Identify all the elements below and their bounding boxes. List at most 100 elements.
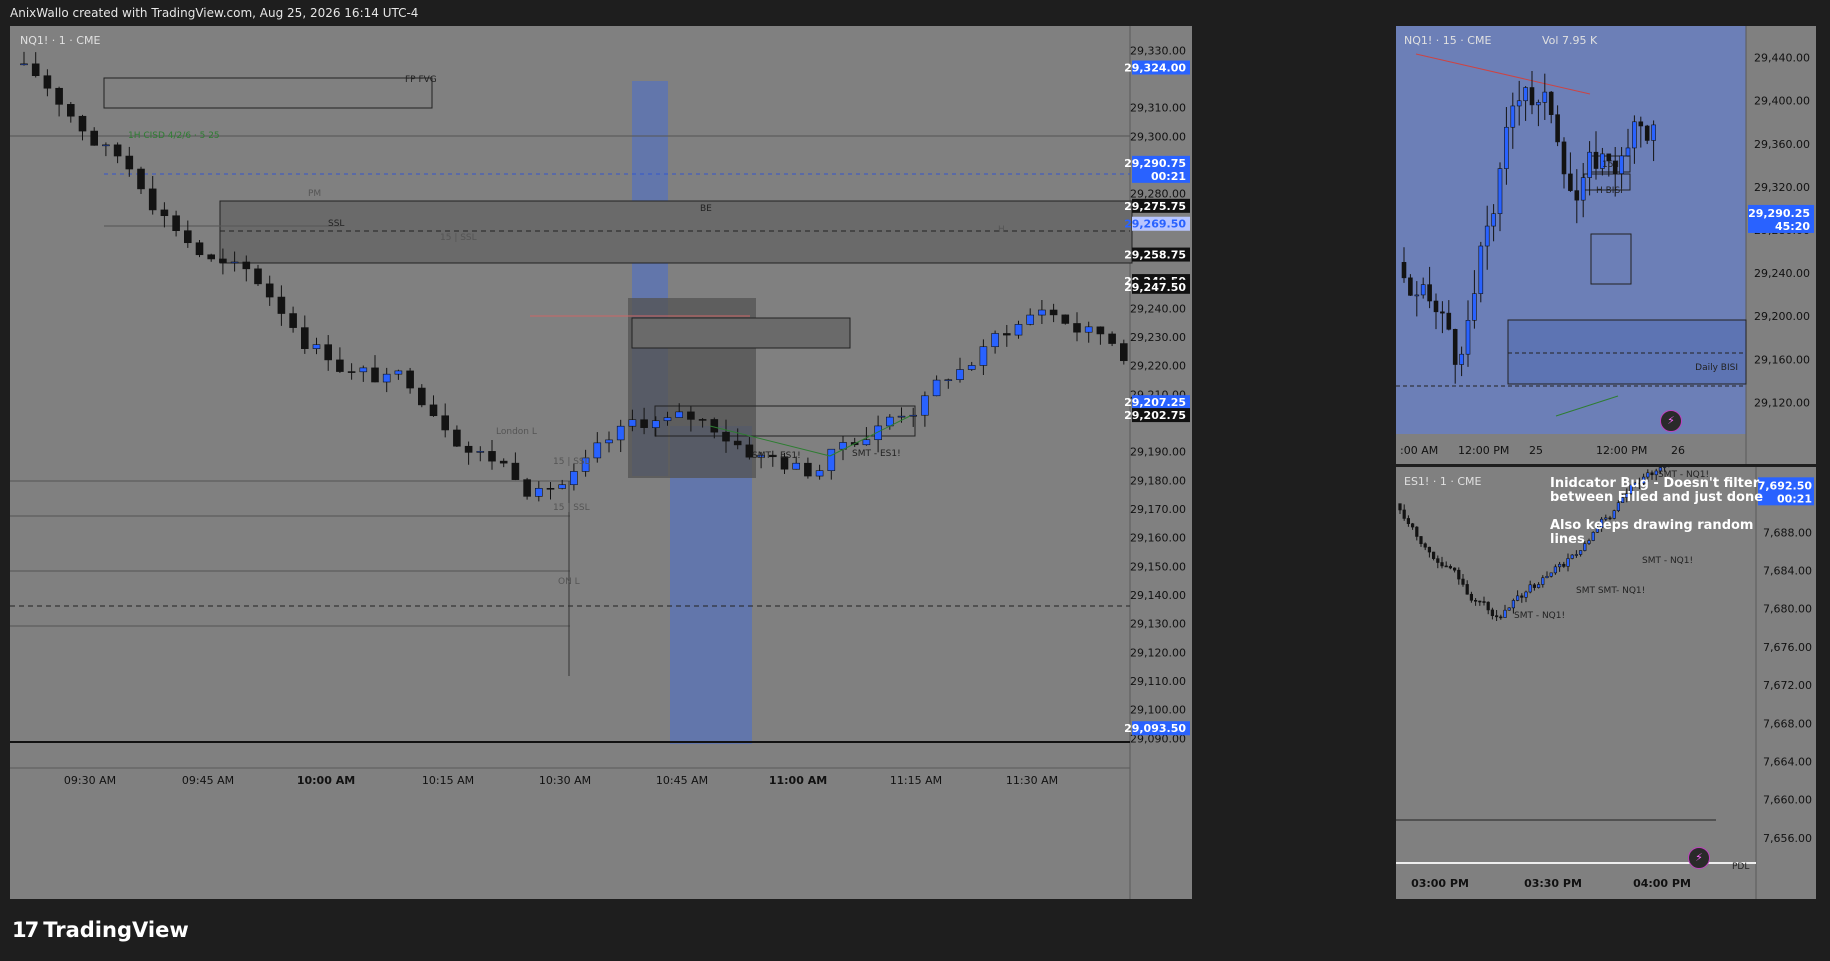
nq1m-candle[interactable]: [125, 155, 134, 170]
nq15m-candle[interactable]: [1427, 284, 1432, 302]
es1m-candle[interactable]: [1398, 503, 1402, 511]
nq1m-candle[interactable]: [733, 440, 742, 446]
nq1m-candle[interactable]: [921, 395, 929, 416]
nq1m-candle[interactable]: [90, 130, 98, 146]
es1m-candle[interactable]: [1549, 572, 1553, 577]
nq1m-candle[interactable]: [1061, 314, 1070, 324]
nq15m-candle[interactable]: [1465, 320, 1471, 355]
nq1m-candle[interactable]: [628, 419, 637, 427]
nq1m-candle[interactable]: [722, 431, 730, 442]
nq1m-candle[interactable]: [616, 425, 625, 441]
nq1m-candle[interactable]: [932, 379, 941, 397]
nq1m-candle[interactable]: [862, 439, 871, 446]
nq1m-candle[interactable]: [967, 365, 976, 370]
nq1m-candle[interactable]: [991, 333, 999, 348]
nq15m-candle[interactable]: [1516, 100, 1522, 107]
lightning-icon[interactable]: ⚡: [1660, 410, 1682, 432]
es1m-candle[interactable]: [1511, 600, 1515, 609]
es1m-candle[interactable]: [1562, 563, 1566, 567]
nq1m-candle[interactable]: [687, 411, 695, 420]
nq1m-candle[interactable]: [195, 242, 204, 256]
nq15m-candle[interactable]: [1504, 126, 1509, 169]
nq15m-candle[interactable]: [1644, 125, 1650, 141]
es-1m-symbol[interactable]: ES1! · 1 · CME: [1404, 475, 1481, 488]
nq1m-candle[interactable]: [371, 367, 379, 383]
nq1m-candle[interactable]: [804, 462, 812, 477]
nq15m-candle[interactable]: [1542, 91, 1548, 103]
nq1m-candle[interactable]: [944, 379, 953, 381]
es1m-candle[interactable]: [1541, 577, 1545, 585]
lightning-icon[interactable]: ⚡: [1688, 847, 1710, 869]
nq1m-candle[interactable]: [1108, 333, 1116, 344]
nq1m-candle[interactable]: [20, 63, 28, 66]
es1m-candle[interactable]: [1516, 595, 1520, 601]
es1m-candle[interactable]: [1427, 546, 1431, 553]
nq1m-candle[interactable]: [43, 75, 52, 89]
nq1m-candle[interactable]: [815, 470, 824, 477]
nq1m-candle[interactable]: [710, 419, 719, 433]
nq1m-candle[interactable]: [897, 415, 906, 418]
es1m-candle[interactable]: [1579, 550, 1583, 555]
nq1m-candle[interactable]: [441, 415, 450, 431]
nq15m-candle[interactable]: [1459, 353, 1464, 365]
es1m-candle[interactable]: [1507, 607, 1511, 611]
es1m-candle[interactable]: [1574, 554, 1579, 556]
nq1m-candle[interactable]: [792, 462, 801, 470]
nq1m-candle[interactable]: [476, 451, 485, 453]
es1m-candle[interactable]: [1532, 584, 1537, 588]
nq15m-candle[interactable]: [1561, 141, 1567, 175]
nq15m-candle[interactable]: [1651, 124, 1656, 141]
nq1m-candle[interactable]: [523, 479, 531, 497]
nq15m-candle[interactable]: [1548, 91, 1554, 115]
nq1m-candle[interactable]: [558, 484, 567, 489]
es1m-candle[interactable]: [1570, 554, 1574, 559]
es1m-candle[interactable]: [1406, 518, 1411, 525]
nq15m-candle[interactable]: [1510, 105, 1516, 128]
es1m-candle[interactable]: [1440, 562, 1444, 567]
nq1m-candle[interactable]: [1049, 309, 1058, 316]
es-1m-chart-pane[interactable]: SMT - NQ1! SMT - NQ1! SMT SMT- NQ1! SMT - N…: [1396, 467, 1816, 899]
nq1m-candle[interactable]: [148, 188, 157, 211]
nq15m-candle[interactable]: [1414, 294, 1420, 297]
es1m-candle[interactable]: [1499, 616, 1503, 619]
es1m-candle[interactable]: [1566, 558, 1570, 567]
es1m-candle[interactable]: [1469, 593, 1473, 601]
es1m-candle[interactable]: [1503, 609, 1507, 618]
nq1m-candle[interactable]: [956, 369, 964, 380]
nq15m-candle[interactable]: [1497, 168, 1503, 215]
nq15m-candle[interactable]: [1452, 329, 1458, 365]
es1m-candle[interactable]: [1431, 551, 1436, 559]
nq15m-candle[interactable]: [1446, 312, 1452, 330]
nq1m-candle[interactable]: [137, 168, 145, 190]
nq15m-candle[interactable]: [1580, 177, 1586, 201]
nq1m-candle[interactable]: [979, 346, 988, 366]
es1m-candle[interactable]: [1545, 575, 1549, 579]
nq1m-candle[interactable]: [207, 254, 215, 260]
nq1m-candle[interactable]: [1038, 309, 1046, 316]
es1m-candle[interactable]: [1558, 563, 1562, 568]
es1m-candle[interactable]: [1415, 526, 1419, 537]
nq1m-candle[interactable]: [312, 344, 321, 349]
nq1m-candle[interactable]: [1096, 326, 1105, 335]
nq-15m-chart-pane[interactable]: Daily BISI H BISI 15 I 29,440.00 29,400.00 29…: [1396, 26, 1816, 464]
es1m-candle[interactable]: [1474, 600, 1478, 602]
nq1m-candle[interactable]: [651, 420, 660, 428]
nq1m-candle[interactable]: [300, 327, 309, 349]
es1m-candle[interactable]: [1486, 601, 1490, 611]
es1m-candle[interactable]: [1402, 509, 1406, 519]
es1m-candle[interactable]: [1423, 543, 1427, 548]
es1m-candle[interactable]: [1537, 584, 1541, 588]
nq1m-candle[interactable]: [429, 404, 438, 417]
nq15m-candle[interactable]: [1638, 121, 1644, 127]
nq15m-candle[interactable]: [1568, 173, 1573, 191]
nq-15m-symbol[interactable]: NQ1! · 15 · CME: [1404, 34, 1491, 47]
nq15m-candle[interactable]: [1523, 87, 1528, 102]
es1m-candle[interactable]: [1461, 578, 1465, 585]
es1m-candle[interactable]: [1465, 584, 1469, 595]
nq15m-candle[interactable]: [1408, 277, 1413, 296]
nq1m-candle[interactable]: [66, 104, 75, 117]
nq1m-candle[interactable]: [464, 445, 473, 453]
nq1m-candle[interactable]: [1002, 333, 1011, 336]
nq1m-candle[interactable]: [827, 448, 836, 471]
nq15m-candle[interactable]: [1619, 155, 1624, 175]
